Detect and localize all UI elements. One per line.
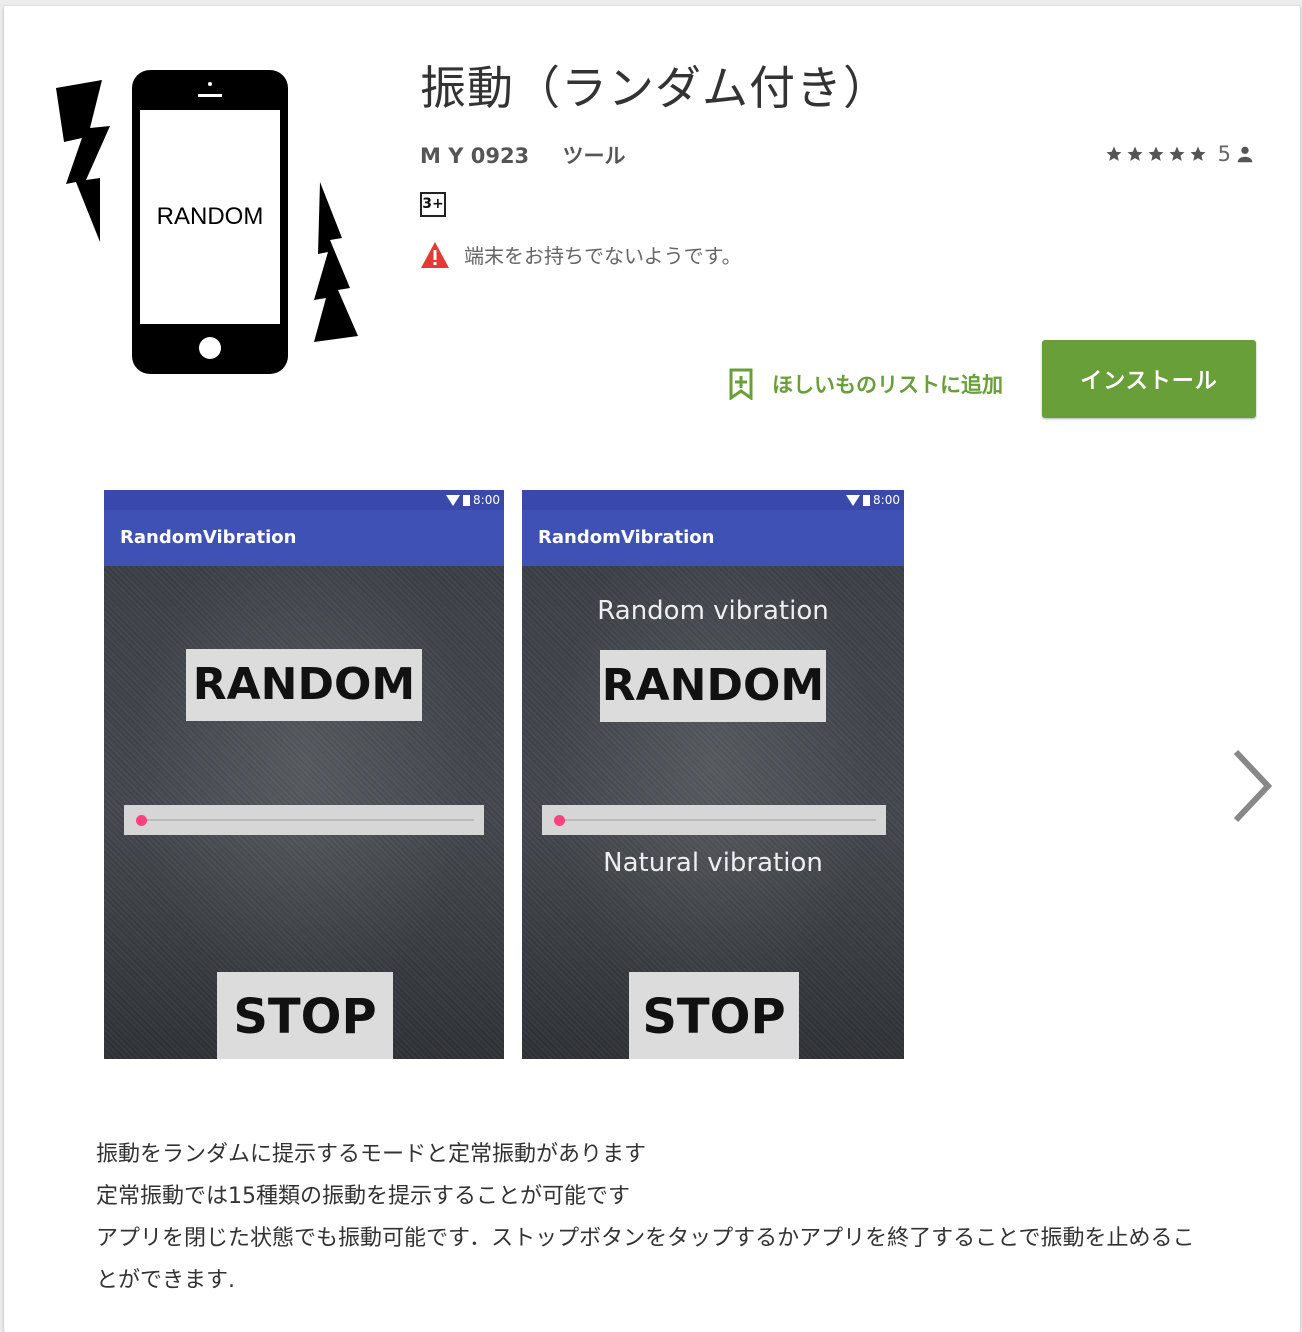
warning-text: 端末をお持ちでないようです。: [464, 244, 742, 268]
lightning-right-icon: [314, 182, 358, 342]
content-rating-badge: 3+: [420, 192, 446, 217]
random-button: RANDOM: [186, 649, 422, 721]
app-description: 振動をランダムに提示するモードと定常振動があります 定常振動では15種類の振動を…: [96, 1134, 1216, 1302]
status-bar: 8:00: [522, 490, 904, 510]
screenshot-1[interactable]: 8:00 RandomVibration RANDOM STOP: [104, 490, 504, 1059]
wifi-icon: [446, 494, 461, 506]
slider-thumb: [136, 815, 147, 826]
app-meta: M Y 0923 ツール: [420, 140, 626, 170]
star-icon: [1148, 146, 1164, 161]
chevron-right-icon[interactable]: [1226, 746, 1276, 826]
vibration-slider: [542, 805, 886, 835]
battery-icon: [463, 494, 471, 506]
app-bar-title: RandomVibration: [104, 510, 504, 566]
description-line: 振動をランダムに提示するモードと定常振動があります: [96, 1142, 647, 1167]
stop-button: STOP: [217, 972, 393, 1059]
vibration-slider: [124, 805, 484, 835]
install-button[interactable]: インストール: [1042, 340, 1256, 418]
wishlist-label: ほしいものリストに追加: [772, 373, 1003, 397]
bookmark-add-icon: [729, 368, 753, 400]
warning-icon: [421, 241, 449, 268]
app-details-card: RANDOM 振動（ランダム付き） M Y 0923 ツール 5 3+ 端末をお…: [4, 6, 1300, 1332]
star-icon: [1169, 146, 1185, 161]
screenshot-2[interactable]: 8:00 RandomVibration Random vibration RA…: [522, 490, 904, 1059]
lightning-left-icon: [56, 80, 110, 242]
app-screen: RANDOM STOP: [104, 566, 504, 1059]
status-bar: 8:00: [104, 490, 504, 510]
app-screen: Random vibration RANDOM Natural vibratio…: [522, 566, 904, 1059]
app-icon: RANDOM: [52, 62, 364, 378]
status-time: 8:00: [473, 493, 500, 507]
person-icon: [1237, 146, 1253, 163]
rating: 5: [1105, 142, 1256, 166]
random-button: RANDOM: [600, 650, 826, 722]
app-bar-title: RandomVibration: [522, 510, 904, 566]
category-link[interactable]: ツール: [563, 144, 626, 168]
slider-thumb: [554, 815, 565, 826]
description-line: 定常振動では15種類の振動を提示することが可能です: [96, 1184, 630, 1209]
rating-count: 5: [1217, 142, 1231, 166]
compatibility-warning: 端末をお持ちでないようです。: [420, 240, 742, 269]
stop-button: STOP: [629, 972, 799, 1059]
natural-caption: Natural vibration: [603, 848, 823, 878]
app-icon-text: RANDOM: [157, 203, 264, 230]
star-icon: [1127, 146, 1143, 161]
battery-icon: [863, 494, 871, 506]
app-title: 振動（ランダム付き）: [420, 61, 890, 115]
description-line: アプリを閉じた状態でも振動可能です．ストップボタンをタップするかアプリを終了する…: [96, 1226, 1195, 1293]
status-time: 8:00: [873, 493, 900, 507]
wifi-icon: [846, 494, 861, 506]
random-caption: Random vibration: [597, 596, 829, 626]
star-icon: [1106, 146, 1122, 161]
developer-link[interactable]: M Y 0923: [420, 144, 529, 168]
star-icon: [1190, 146, 1206, 161]
wishlist-button[interactable]: ほしいものリストに追加: [728, 368, 1003, 400]
